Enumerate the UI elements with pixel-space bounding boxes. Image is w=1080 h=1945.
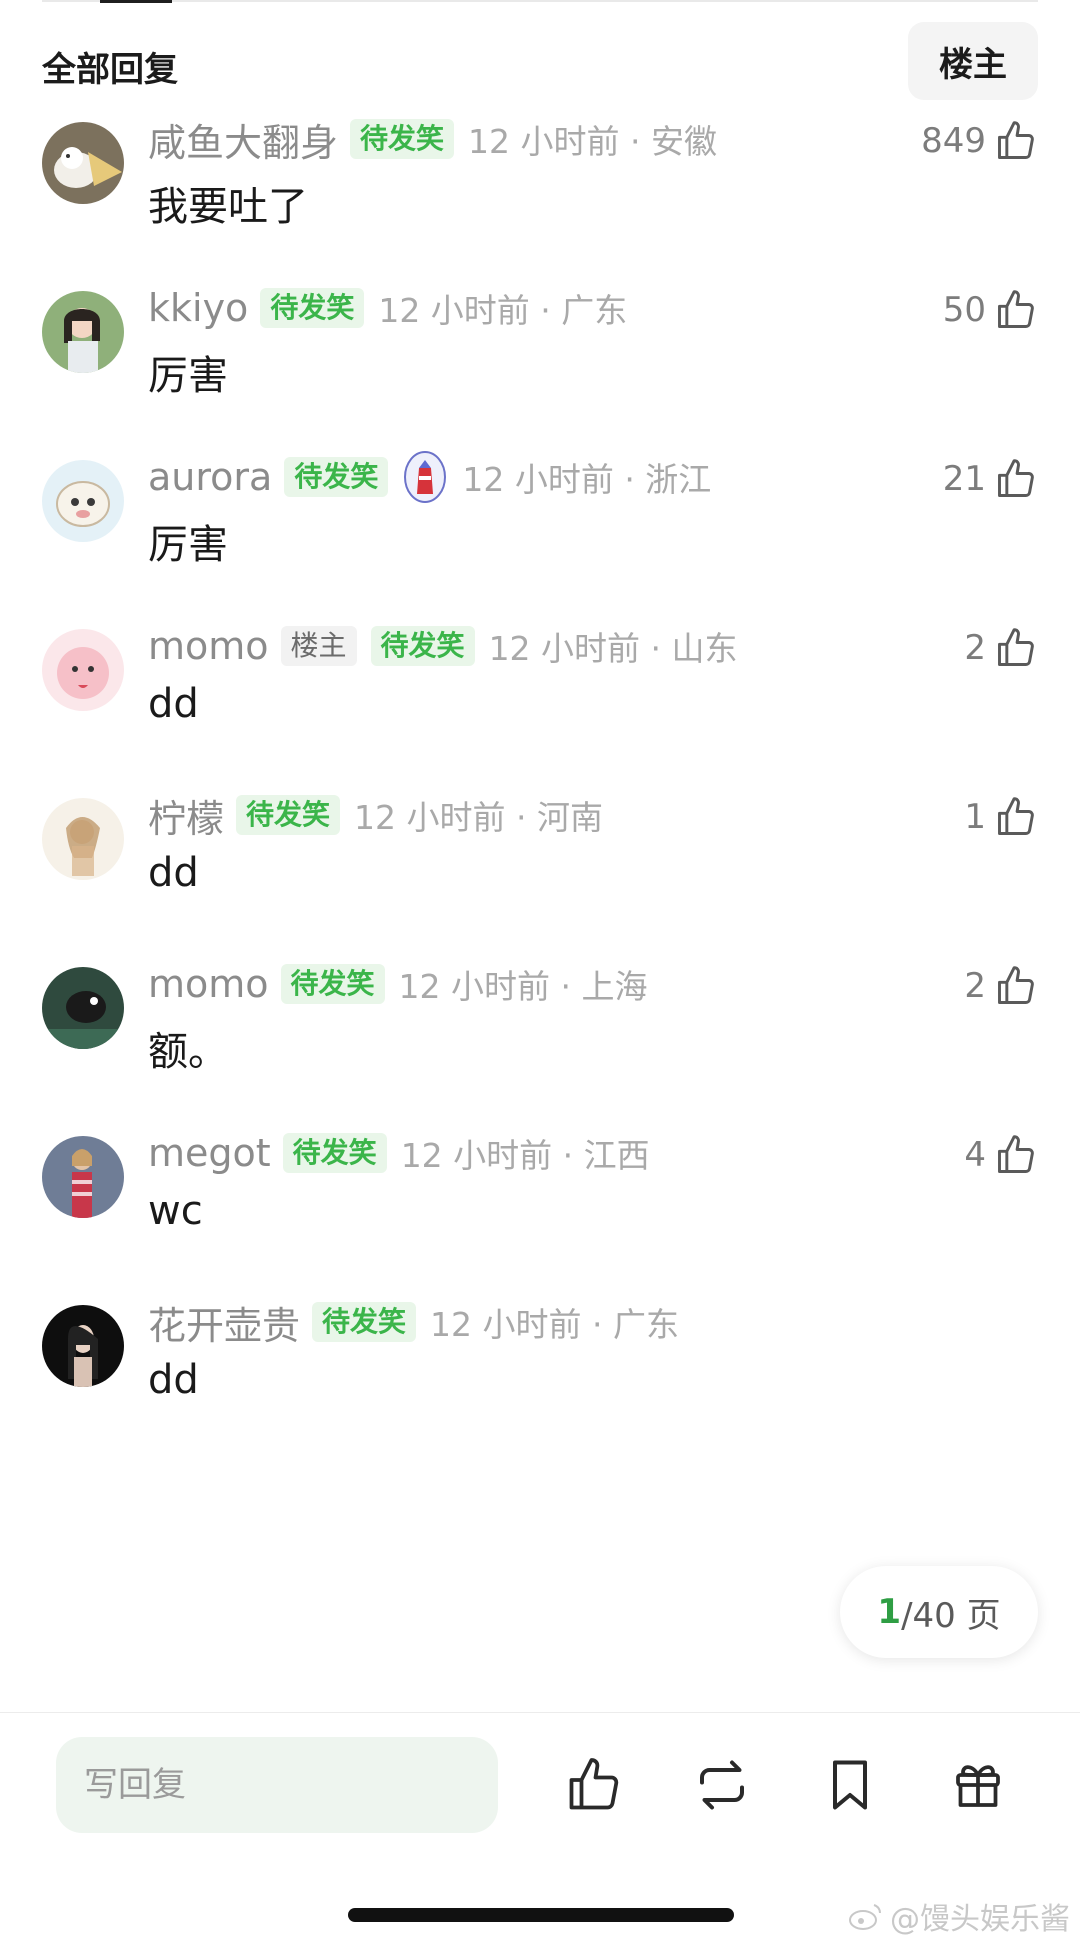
username[interactable]: momo: [148, 962, 269, 1006]
op-tag: 楼主: [280, 626, 357, 666]
home-indicator[interactable]: [348, 1908, 734, 1922]
watermark-text: @馒头娱乐酱: [890, 1902, 1070, 1937]
timestamp-location: 12 小时前 · 江西: [400, 1136, 650, 1175]
gift-icon: [956, 1765, 1000, 1807]
comment-text: 厉害: [148, 522, 228, 568]
user-tag: 待发笑: [350, 119, 455, 159]
timestamp-location: 12 小时前 · 安徽: [468, 122, 717, 161]
all-replies-title: 全部回复: [42, 50, 178, 90]
reply-header: 全部回复 楼主: [42, 20, 1038, 104]
like-count: 2: [964, 628, 986, 668]
total-pages: /40 页: [901, 1595, 1001, 1636]
scroll-tab-indicator: [100, 0, 172, 3]
like-button[interactable]: 21: [943, 452, 1038, 506]
avatar[interactable]: [42, 629, 124, 711]
comment-meta: kkiyo 待发笑 12 小时前 · 广东: [148, 281, 627, 335]
comment-meta: aurora 待发笑 12 小时前 · 浙江: [148, 450, 711, 504]
username[interactable]: 咸鱼大翻身: [148, 112, 338, 167]
like-post-button[interactable]: [562, 1753, 626, 1817]
thumbs-up-icon: [998, 628, 1034, 666]
gift-button[interactable]: [946, 1753, 1010, 1817]
bookmark-button[interactable]: [818, 1753, 882, 1817]
username[interactable]: aurora: [148, 455, 272, 499]
avatar[interactable]: [42, 798, 124, 880]
timestamp-location: 12 小时前 · 山东: [488, 629, 738, 668]
thumbs-up-icon: [998, 290, 1034, 328]
current-page: 1: [877, 1592, 902, 1632]
thumbs-up-icon: [998, 966, 1034, 1004]
avatar[interactable]: [42, 1136, 124, 1218]
like-count: 4: [964, 1135, 986, 1175]
user-tag: 待发笑: [370, 626, 475, 666]
repost-icon: [700, 1760, 744, 1810]
timestamp-location: 12 小时前 · 上海: [398, 967, 648, 1006]
user-tag: 待发笑: [236, 795, 341, 835]
thumbs-up-icon: [998, 1135, 1034, 1173]
comment-meta: momo 待发笑 12 小时前 · 上海: [148, 957, 648, 1011]
bookmark-icon: [833, 1760, 867, 1810]
username[interactable]: megot: [148, 1131, 271, 1175]
comment-text: 我要吐了: [148, 184, 308, 230]
comment-text: wc: [148, 1188, 203, 1234]
comment-text: dd: [148, 850, 199, 896]
comment-text: 额。: [148, 1029, 228, 1075]
username[interactable]: kkiyo: [148, 286, 248, 330]
avatar[interactable]: [42, 967, 124, 1049]
comment-text: 厉害: [148, 353, 228, 399]
avatar[interactable]: [42, 460, 124, 542]
username[interactable]: momo: [148, 624, 269, 668]
comment-meta: 咸鱼大翻身 待发笑 12 小时前 · 安徽: [148, 112, 717, 166]
like-count: 21: [942, 459, 986, 499]
like-count: 1: [964, 797, 986, 837]
thumbs-up-icon: [998, 459, 1034, 497]
comment-meta: 柠檬 待发笑 12 小时前 · 河南: [148, 788, 603, 842]
user-tag: 待发笑: [312, 1302, 417, 1342]
avatar[interactable]: [42, 122, 124, 204]
like-button[interactable]: 2: [964, 621, 1038, 675]
thumbs-up-icon: [998, 797, 1034, 835]
user-tag: 待发笑: [260, 288, 365, 328]
thumbs-up-icon: [998, 121, 1034, 159]
avatar[interactable]: [42, 291, 124, 373]
like-button[interactable]: 2: [964, 959, 1038, 1013]
avatar[interactable]: [42, 1305, 124, 1387]
thumbs-up-icon: [569, 1758, 619, 1810]
like-button[interactable]: 1: [964, 790, 1038, 844]
comment-meta: megot 待发笑 12 小时前 · 江西: [148, 1126, 650, 1180]
reply-input[interactable]: [56, 1737, 498, 1833]
like-count: 2: [964, 966, 986, 1006]
weibo-logo-icon: [849, 1904, 881, 1930]
comment-meta: momo 楼主 待发笑 12 小时前 · 山东: [148, 619, 738, 673]
lighthouse-badge-icon: [404, 451, 447, 503]
comment-text: dd: [148, 1357, 199, 1403]
page-indicator-button[interactable]: 1 /40 页: [840, 1566, 1038, 1658]
top-divider: [42, 0, 1038, 2]
like-count: 50: [942, 290, 986, 330]
comment-item: 花开壶贵 待发笑 12 小时前 · 广东 dd: [0, 1295, 1080, 1505]
username[interactable]: 花开壶贵: [148, 1295, 300, 1350]
like-count: 849: [921, 121, 986, 161]
user-tag: 待发笑: [284, 457, 389, 497]
like-button[interactable]: 4: [964, 1128, 1038, 1182]
user-tag: 待发笑: [280, 964, 385, 1004]
timestamp-location: 12 小时前 · 广东: [430, 1305, 679, 1344]
like-button[interactable]: 50: [943, 283, 1038, 337]
op-only-filter-button[interactable]: 楼主: [908, 22, 1038, 100]
like-button[interactable]: 849: [921, 114, 1038, 168]
timestamp-location: 12 小时前 · 河南: [354, 798, 603, 837]
comment-meta: 花开壶贵 待发笑 12 小时前 · 广东: [148, 1295, 679, 1349]
comment-text: dd: [148, 681, 199, 727]
timestamp-location: 12 小时前 · 浙江: [462, 460, 712, 499]
user-tag: 待发笑: [282, 1133, 387, 1173]
watermark: @馒头娱乐酱: [848, 1894, 1070, 1938]
timestamp-location: 12 小时前 · 广东: [378, 291, 628, 330]
username[interactable]: 柠檬: [148, 788, 224, 843]
repost-button[interactable]: [690, 1753, 754, 1817]
